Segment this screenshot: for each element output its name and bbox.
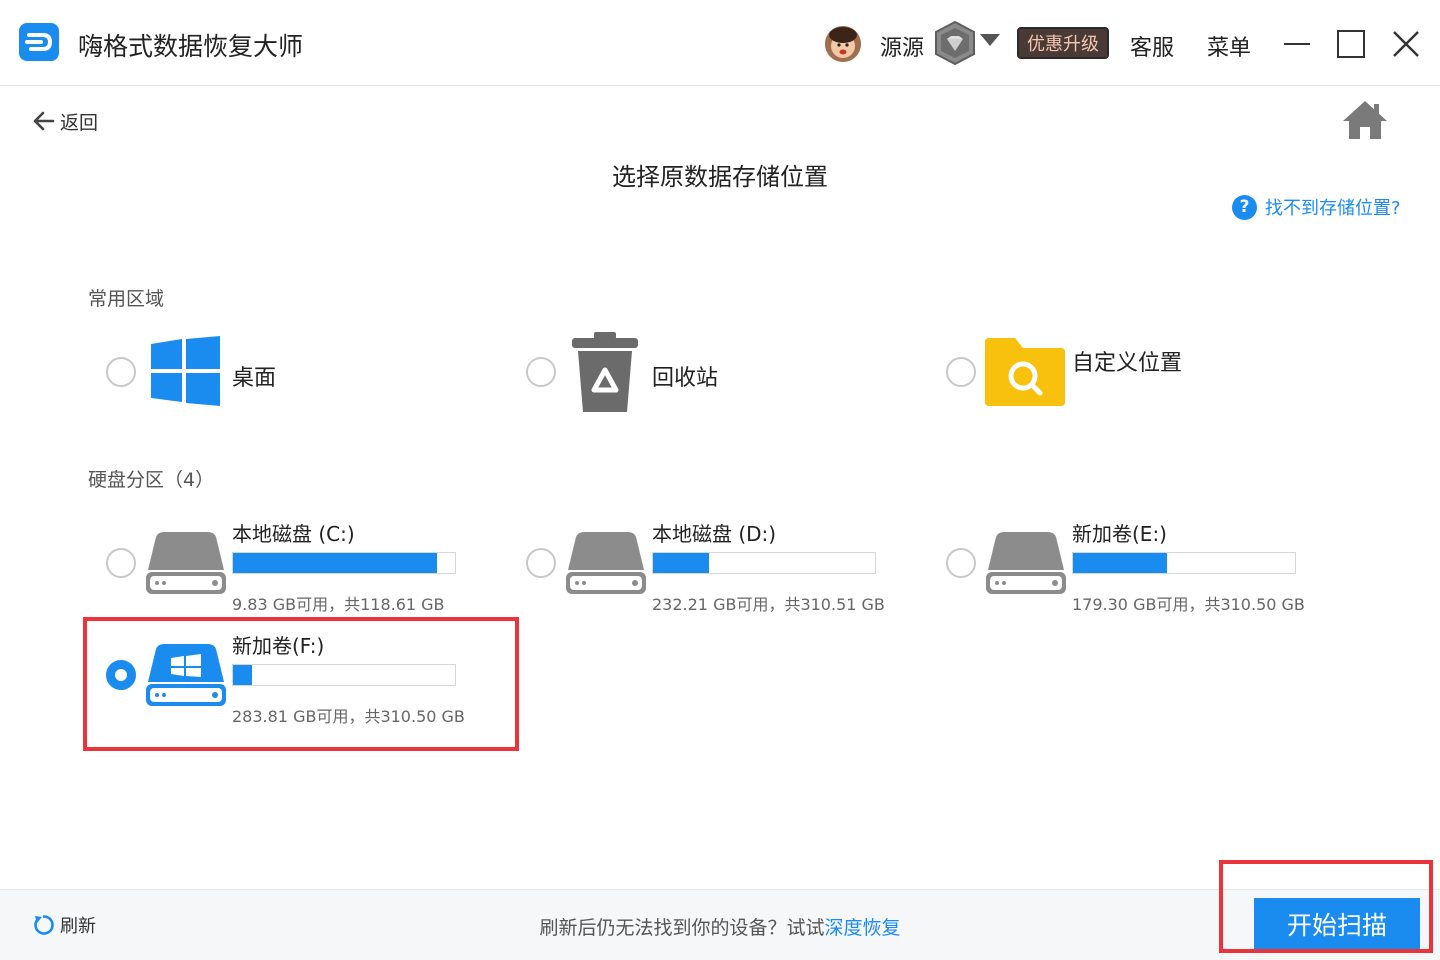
radio-custom-location[interactable] [946,357,976,387]
radio-drive-c[interactable] [106,548,136,578]
location-custom-label[interactable]: 自定义位置 [1072,345,1182,377]
back-label: 返回 [60,111,99,134]
radio-desktop[interactable] [106,357,136,387]
chevron-down-icon[interactable] [980,34,1000,46]
menu-button[interactable]: 菜单 [1207,30,1251,62]
radio-drive-d[interactable] [526,548,556,578]
drive-e-info: 179.30 GB可用，共310.50 GB [1072,595,1305,614]
highlight-box-scan [1219,860,1433,953]
drive-c-usage-fill [233,553,437,573]
drive-e-usage-bar [1072,552,1296,574]
common-section-label: 常用区域 [88,288,165,310]
app-logo-icon [19,23,59,61]
close-icon[interactable] [1392,30,1420,58]
question-icon: ? [1232,194,1257,220]
drives-section-label: 硬盘分区（4） [88,469,215,491]
user-avatar[interactable] [825,26,861,62]
arrow-left-icon [33,111,55,131]
windows-icon [151,336,220,410]
radio-drive-e[interactable] [946,548,976,578]
drive-c-name: 本地磁盘 (C:) [232,522,355,546]
location-desktop-label[interactable]: 桌面 [232,360,276,392]
drive-c-usage-bar [232,552,456,574]
drive-d-name: 本地磁盘 (D:) [652,522,777,546]
footer-hint-text: 刷新后仍无法找到你的设备？试试 [539,917,825,939]
page-title: 选择原数据存储位置 [612,163,828,191]
drive-d-usage-fill [653,553,709,573]
help-label: 找不到存储位置? [1265,198,1401,219]
back-button[interactable]: 返回 [32,108,98,134]
drive-e-name: 新加卷(E:) [1072,522,1167,546]
hard-drive-icon [986,532,1066,598]
radio-recycle-bin[interactable] [526,357,556,387]
drive-d-info: 232.21 GB可用，共310.51 GB [652,595,885,614]
folder-search-icon [985,338,1065,410]
support-button[interactable]: 客服 [1130,30,1174,62]
hard-drive-icon [566,532,646,598]
deep-recovery-link[interactable]: 深度恢复 [825,917,901,939]
drive-d-usage-bar [652,552,876,574]
highlight-box-drive-f [83,617,519,751]
home-icon[interactable] [1342,100,1388,144]
user-name[interactable]: 源源 [880,30,924,62]
drive-e-usage-fill [1073,553,1167,573]
drive-c-info: 9.83 GB可用，共118.61 GB [232,595,445,614]
minimize-icon[interactable] [1284,43,1310,45]
help-link[interactable]: ? 找不到存储位置? [1232,194,1401,220]
upgrade-button[interactable]: 优惠升级 [1017,27,1109,59]
app-title: 嗨格式数据恢复大师 [78,32,304,61]
recycle-bin-icon [572,332,638,416]
location-recycle-bin-label[interactable]: 回收站 [652,360,718,392]
vip-diamond-icon [933,20,977,70]
maximize-icon[interactable] [1337,30,1365,58]
hard-drive-icon [146,532,226,598]
